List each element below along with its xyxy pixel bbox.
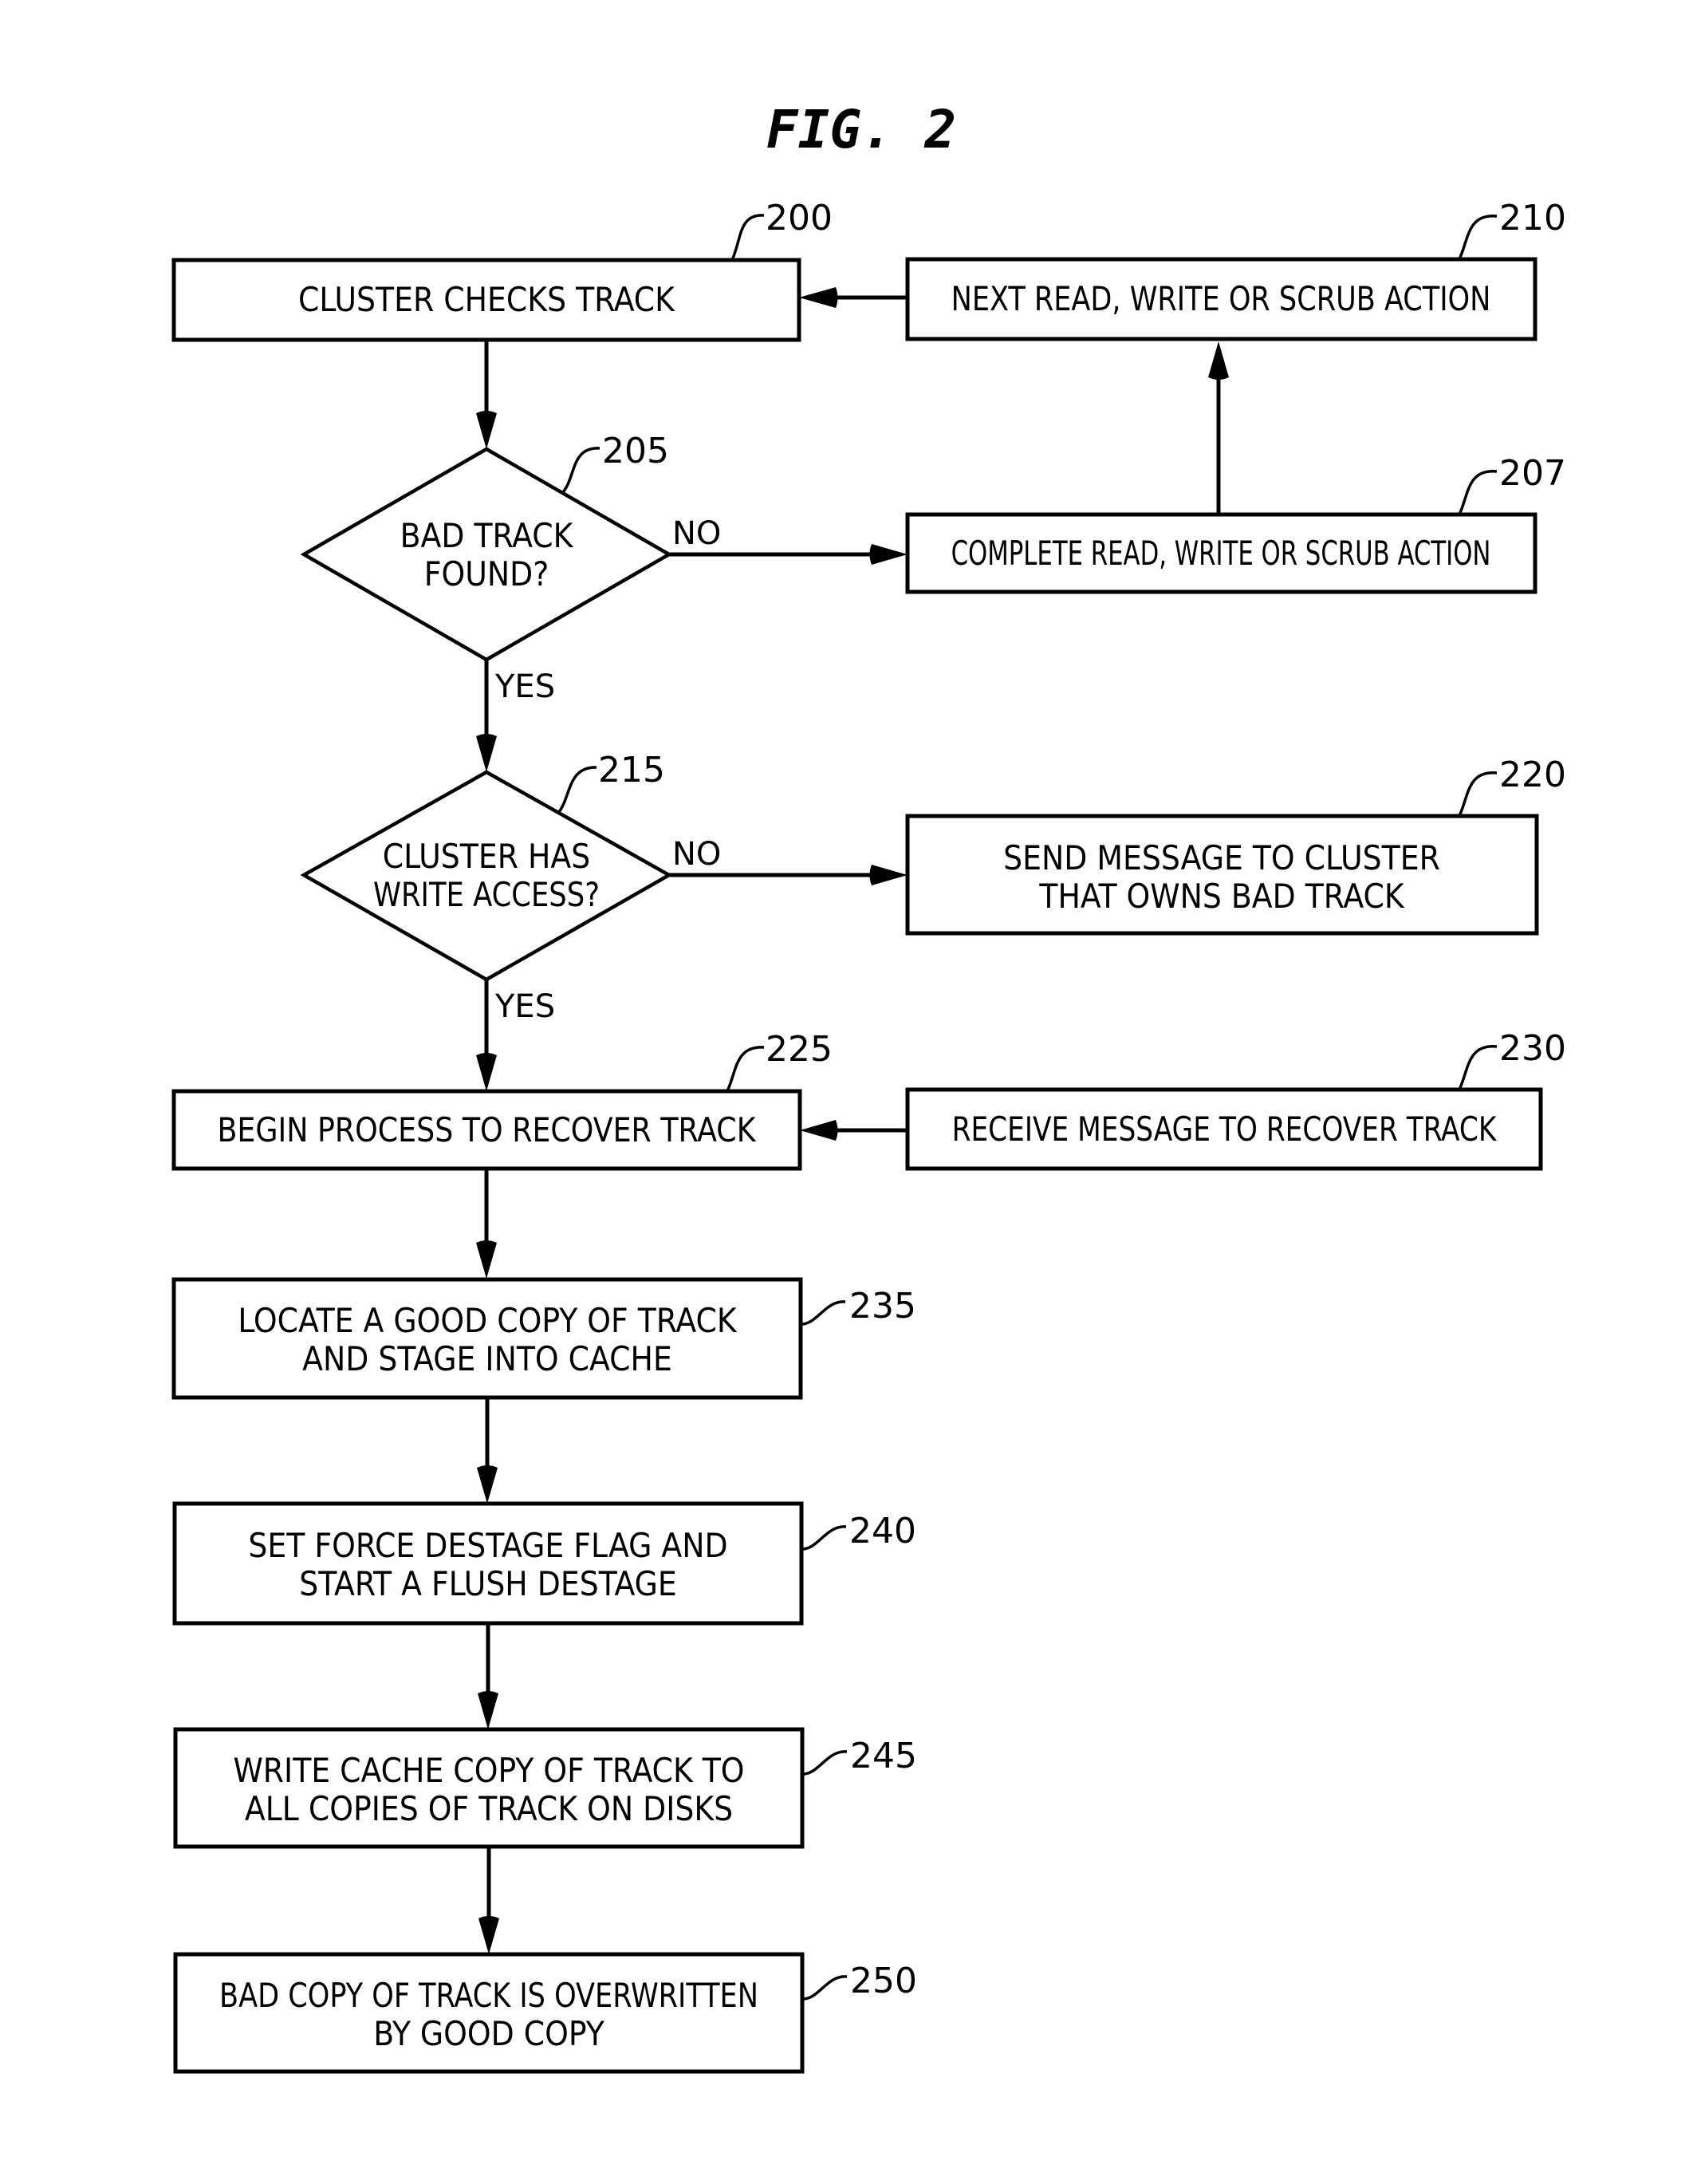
reference-number: 210 (1499, 198, 1566, 239)
arrowhead-down-icon (476, 734, 497, 772)
callout-leader (1458, 771, 1498, 817)
node-text: RECEIVE MESSAGE TO RECOVER TRACK (952, 1110, 1498, 1149)
node-text: ALL COPIES OF TRACK ON DISKS (245, 1789, 733, 1828)
branch-label-yes: YES (494, 668, 555, 705)
node-245-write-cache-copy: WRITE CACHE COPY OF TRACK TO ALL COPIES … (173, 1727, 917, 1849)
node-text: LOCATE A GOOD COPY OF TRACK (238, 1301, 738, 1340)
arrowhead-left-icon (799, 287, 838, 308)
branch-label-yes: YES (494, 988, 555, 1025)
callout-leader (1458, 215, 1498, 260)
arrowhead-down-icon (477, 1465, 498, 1504)
reference-number: 245 (850, 1736, 917, 1776)
node-text: BAD TRACK (400, 516, 574, 555)
callout-leader (801, 1300, 846, 1326)
arrowhead-right-icon (869, 544, 908, 565)
figure-title: FIG. 2 (766, 99, 956, 160)
node-text: AND STAGE INTO CACHE (302, 1339, 672, 1378)
callout-leader (802, 1975, 848, 2001)
arrowhead-up-icon (1208, 341, 1229, 380)
callout-leader (557, 766, 597, 814)
node-text: BY GOOD COPY (373, 2014, 605, 2053)
node-text: COMPLETE READ, WRITE OR SCRUB ACTION (951, 534, 1491, 573)
node-text: CLUSTER CHECKS TRACK (298, 280, 675, 319)
node-text: BEGIN PROCESS TO RECOVER TRACK (217, 1110, 756, 1149)
arrowhead-down-icon (476, 1240, 497, 1279)
node-215-cluster-has-write-access: CLUSTER HAS WRITE ACCESS? 215 NO YES (300, 750, 721, 1025)
reference-number: 225 (766, 1029, 833, 1070)
callout-leader (1458, 1045, 1498, 1090)
node-text: WRITE CACHE COPY OF TRACK TO (233, 1751, 744, 1790)
node-225-begin-recover: BEGIN PROCESS TO RECOVER TRACK 225 (171, 1029, 833, 1171)
node-text: BAD COPY OF TRACK IS OVERWRITTEN (219, 1976, 758, 2015)
node-text: START A FLUSH DESTAGE (299, 1564, 677, 1603)
arrowhead-left-icon (800, 1120, 838, 1141)
node-text: WRITE ACCESS? (373, 875, 600, 914)
callout-leader (726, 1046, 765, 1092)
arrowhead-right-icon (869, 865, 908, 885)
reference-number: 200 (766, 198, 833, 239)
node-210-next-action: NEXT READ, WRITE OR SCRUB ACTION 210 (905, 198, 1566, 341)
callout-leader (1458, 470, 1498, 515)
reference-number: 240 (849, 1511, 916, 1551)
arrowhead-down-icon (476, 411, 497, 449)
reference-number: 215 (598, 750, 665, 790)
reference-number: 235 (849, 1286, 916, 1327)
node-text: CLUSTER HAS (383, 837, 590, 876)
reference-number: 220 (1499, 755, 1566, 795)
callout-leader (561, 447, 600, 494)
reference-number: 230 (1499, 1028, 1566, 1069)
callout-leader (730, 214, 765, 261)
flowchart-canvas: FIG. 2 CLUSTER CHECKS TRACK 200 NEXT REA… (171, 99, 1566, 2074)
node-text: THAT OWNS BAD TRACK (1038, 877, 1404, 916)
callout-leader (802, 1750, 848, 1776)
node-text: NEXT READ, WRITE OR SCRUB ACTION (951, 279, 1491, 318)
callout-leader (801, 1525, 847, 1551)
reference-number: 207 (1499, 453, 1566, 494)
node-207-complete-action: COMPLETE READ, WRITE OR SCRUB ACTION 207 (905, 453, 1566, 594)
arrowhead-down-icon (478, 1916, 499, 1954)
node-text: SEND MESSAGE TO CLUSTER (1003, 838, 1440, 877)
node-text: SET FORCE DESTAGE FLAG AND (248, 1526, 727, 1565)
branch-label-no: NO (672, 515, 721, 552)
node-250-bad-copy-overwritten: BAD COPY OF TRACK IS OVERWRITTEN BY GOOD… (173, 1952, 917, 2074)
node-text: FOUND? (424, 554, 549, 593)
arrowhead-down-icon (476, 1053, 497, 1091)
reference-number: 205 (602, 431, 669, 471)
node-230-receive-message: RECEIVE MESSAGE TO RECOVER TRACK 230 (905, 1028, 1566, 1171)
node-240-set-force-destage: SET FORCE DESTAGE FLAG AND START A FLUSH… (172, 1501, 916, 1626)
node-235-locate-good-copy: LOCATE A GOOD COPY OF TRACK AND STAGE IN… (171, 1277, 916, 1400)
node-205-bad-track-found: BAD TRACK FOUND? 205 NO YES (300, 431, 721, 705)
branch-label-no: NO (672, 836, 721, 873)
node-200-cluster-checks-track: CLUSTER CHECKS TRACK 200 (171, 198, 833, 342)
arrowhead-down-icon (478, 1691, 498, 1729)
reference-number: 250 (850, 1961, 917, 2001)
node-220-send-message: SEND MESSAGE TO CLUSTER THAT OWNS BAD TR… (905, 755, 1566, 936)
